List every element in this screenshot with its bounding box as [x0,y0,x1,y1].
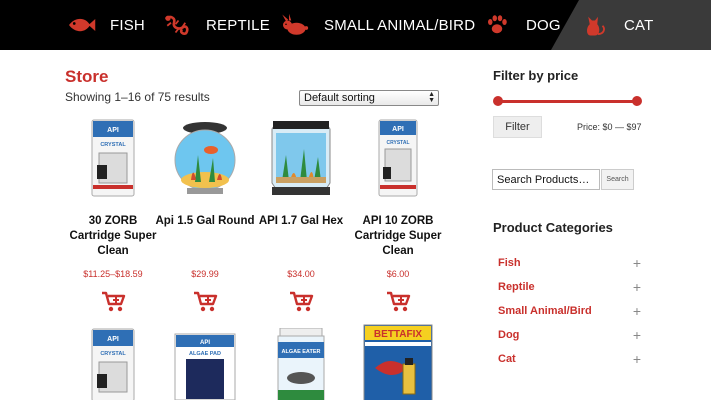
lizard-icon [160,10,194,40]
product-image[interactable] [160,118,250,198]
filter-button[interactable]: Filter [493,116,542,138]
fish-icon [64,10,98,40]
expand-plus-icon[interactable]: + [630,255,644,271]
product-card[interactable]: API CRYSTAL [68,328,158,400]
product-name[interactable]: 30 ZORB Cartridge Super Clean [62,214,164,259]
categories-title: Product Categories [493,220,613,235]
svg-text:ALGAE EATER: ALGAE EATER [281,349,320,355]
product-name[interactable]: API 10 ZORB Cartridge Super Clean [347,214,449,259]
nav-label-cat: CAT [624,16,654,34]
page-title: Store [65,67,109,86]
product-card[interactable]: API ALGAE PAD [160,333,250,400]
category-item-small-animal-bird[interactable]: Small Animal/Bird + [498,302,644,320]
product-image[interactable] [256,118,346,198]
add-to-cart-icon[interactable] [101,290,127,312]
price-slider-min-handle[interactable] [493,96,503,106]
price-slider-max-handle[interactable] [632,96,642,106]
nav-label-small-animal-bird: SMALL ANIMAL/BIRD [324,16,476,34]
category-item-dog[interactable]: Dog + [498,326,644,344]
nav-item-small-animal-bird[interactable]: SMALL ANIMAL/BIRD [278,0,475,50]
svg-text:API: API [392,126,404,133]
cat-icon [578,10,612,40]
nav-item-dog[interactable]: DOG [480,0,561,50]
price-range-text: Price: $0 — $97 [577,122,642,132]
top-nav: FISH REPTILE SMALL ANIMAL/BIRD DOG CAT [0,0,711,50]
svg-text:CRYSTAL: CRYSTAL [386,140,409,146]
expand-plus-icon[interactable]: + [630,351,644,367]
svg-text:CRYSTAL: CRYSTAL [100,142,126,148]
category-label[interactable]: Small Animal/Bird [498,305,592,317]
results-count: Showing 1–16 of 75 results [65,90,210,104]
category-label[interactable]: Cat [498,353,516,365]
sort-dropdown[interactable]: Default sorting ▲ ▼ [299,90,439,106]
search-input[interactable]: Search Products… [492,169,600,190]
product-price: $6.00 [386,269,410,279]
expand-plus-icon[interactable]: + [630,279,644,295]
search-button[interactable]: Search [601,169,634,190]
add-to-cart-icon[interactable] [289,290,315,312]
paw-icon [480,10,514,40]
svg-text:API: API [107,127,119,134]
svg-text:BETTAFIX: BETTAFIX [374,329,422,340]
nav-label-reptile: REPTILE [206,16,270,34]
category-item-cat[interactable]: Cat + [498,350,644,368]
product-card[interactable]: ALGAE EATER [256,328,346,400]
nav-label-dog: DOG [526,16,561,34]
category-label[interactable]: Reptile [498,281,535,293]
product-name[interactable]: Api 1.5 Gal Round [154,214,256,229]
product-image[interactable]: API CRYSTAL [353,118,443,198]
product-name[interactable]: API 1.7 Gal Hex [250,214,352,229]
product-image[interactable]: API CRYSTAL [68,118,158,198]
product-image[interactable]: API ALGAE PAD [174,333,236,400]
nav-item-cat[interactable]: CAT [578,0,654,50]
category-label[interactable]: Dog [498,329,519,341]
sort-selected-value: Default sorting [304,92,375,104]
add-to-cart-icon[interactable] [193,290,219,312]
add-to-cart-icon[interactable] [386,290,412,312]
svg-text:ALGAE PAD: ALGAE PAD [189,351,221,357]
select-arrows-icon: ▲ ▼ [428,91,435,104]
product-card[interactable]: BETTAFIX [353,324,443,400]
category-item-fish[interactable]: Fish + [498,254,644,272]
nav-label-fish: FISH [110,16,145,34]
product-image[interactable]: ALGAE EATER [276,328,326,400]
price-slider-track[interactable] [497,100,638,103]
expand-plus-icon[interactable]: + [630,327,644,343]
rabbit-icon [278,10,312,40]
product-price: $11.25–$18.59 [83,269,143,279]
expand-plus-icon[interactable]: + [630,303,644,319]
category-item-reptile[interactable]: Reptile + [498,278,644,296]
svg-text:API: API [200,340,210,346]
svg-text:API: API [107,336,119,343]
product-image[interactable]: BETTAFIX [363,324,433,400]
filter-title: Filter by price [493,68,579,83]
category-label[interactable]: Fish [498,257,521,269]
product-image[interactable]: API CRYSTAL [91,328,135,400]
svg-text:CRYSTAL: CRYSTAL [100,351,126,357]
nav-item-reptile[interactable]: REPTILE [160,0,270,50]
product-price: $29.99 [191,269,219,279]
nav-item-fish[interactable]: FISH [64,0,145,50]
product-price: $34.00 [287,269,315,279]
